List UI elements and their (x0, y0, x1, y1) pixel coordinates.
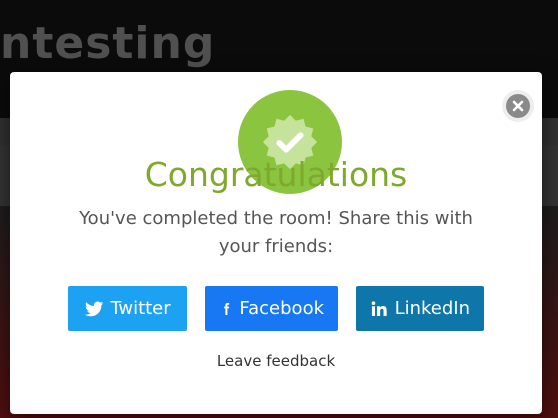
share-linkedin-button[interactable]: LinkedIn (356, 286, 484, 331)
linkedin-in-icon (371, 300, 387, 316)
modal-message: You've completed the room! Share this wi… (79, 208, 473, 257)
close-icon (506, 94, 530, 118)
share-buttons: Twitter Facebook LinkedIn (10, 286, 542, 331)
modal-title: Congratulations (144, 155, 408, 194)
close-button[interactable] (502, 90, 534, 122)
twitter-bird-icon (85, 301, 104, 316)
feedback-row: Leave feedback (10, 352, 542, 370)
share-facebook-label: Facebook (239, 298, 324, 319)
leave-feedback-link[interactable]: Leave feedback (217, 352, 335, 370)
share-twitter-button[interactable]: Twitter (68, 286, 187, 331)
share-facebook-button[interactable]: Facebook (205, 286, 338, 331)
facebook-f-icon (224, 302, 230, 315)
share-linkedin-label: LinkedIn (394, 298, 470, 319)
congratulations-modal: Congratulations You've completed the roo… (10, 72, 542, 414)
share-twitter-label: Twitter (110, 298, 171, 319)
